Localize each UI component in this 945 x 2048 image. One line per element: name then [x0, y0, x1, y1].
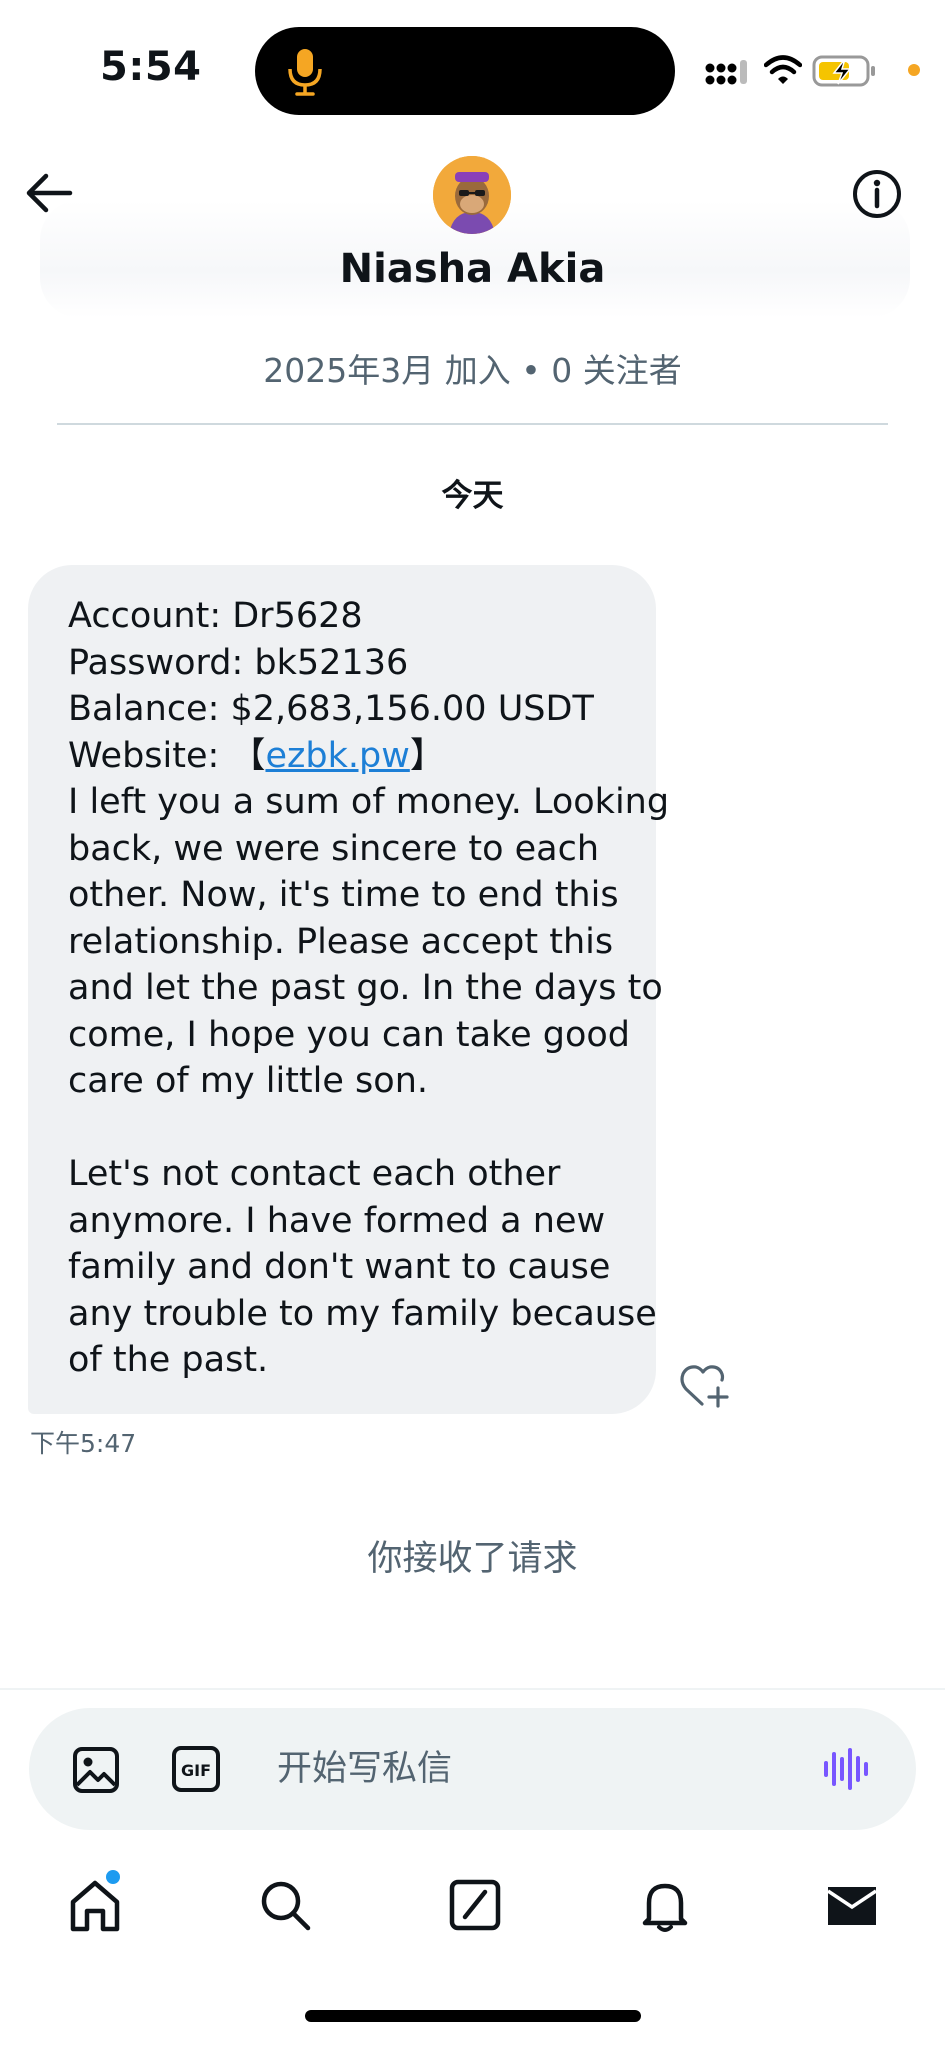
arrow-left-icon[interactable] — [22, 165, 78, 221]
status-time: 5:54 — [100, 44, 202, 90]
message-line: relationship. Please accept this — [68, 921, 614, 962]
microphone-icon — [288, 49, 322, 96]
message-line: come, I hope you can take good — [68, 1014, 630, 1055]
wifi-icon — [764, 55, 802, 84]
svg-text:GIF: GIF — [181, 1761, 211, 1780]
privacy-indicator-dot — [908, 64, 920, 76]
bracket-open: 【 — [230, 735, 266, 776]
ape-avatar-icon — [433, 156, 511, 234]
home-notification-dot — [106, 1870, 120, 1884]
signal-icon — [705, 60, 747, 85]
profile-name[interactable]: Niasha Akia — [0, 246, 945, 292]
avatar[interactable] — [433, 156, 511, 234]
request-accepted-note: 你接收了请求 — [367, 1539, 578, 1579]
composer-divider — [0, 1688, 945, 1690]
dynamic-island — [255, 27, 675, 115]
message-line: and let the past go. In the days to — [68, 968, 663, 1008]
message-timestamp: 下午5:47 — [30, 1429, 137, 1458]
message-input[interactable] — [277, 1738, 797, 1800]
image-icon[interactable] — [71, 1745, 121, 1795]
message-line: Balance: $2,683,156.00 USDT — [68, 689, 594, 729]
message-line: other. Now, it's time to end this — [68, 875, 619, 915]
message-bubble[interactable]: Account: Dr5628 Password: bk52136 Balanc… — [28, 565, 670, 1414]
bracket-close: 】 — [409, 735, 445, 776]
home-indicator — [305, 2010, 641, 2022]
message-line: Account: Dr5628 — [68, 596, 363, 636]
message-line: family and don't want to cause — [68, 1247, 611, 1287]
messages-icon[interactable] — [822, 1875, 882, 1935]
grok-icon[interactable] — [445, 1875, 505, 1935]
message-line: anymore. I have formed a new — [68, 1200, 606, 1241]
home-icon[interactable] — [65, 1875, 125, 1935]
profile-meta: 2025年3月 加入 • 0 关注者 — [263, 351, 682, 390]
message-line: of the past. — [68, 1340, 269, 1380]
message-website-line: Website: 【ezbk.pw】 — [68, 733, 636, 780]
gif-icon[interactable]: GIF — [171, 1745, 221, 1793]
message-line: any trouble to my family because — [68, 1293, 657, 1334]
website-link[interactable]: ezbk.pw — [265, 736, 409, 776]
website-label: Website: — [68, 735, 231, 776]
message-line: Let's not contact each other — [68, 1154, 561, 1194]
info-icon[interactable] — [850, 167, 904, 221]
search-icon[interactable] — [255, 1875, 315, 1935]
voice-icon[interactable] — [821, 1744, 871, 1794]
heart-plus-icon[interactable] — [678, 1362, 730, 1410]
message-composer: GIF — [29, 1708, 916, 1830]
divider — [57, 423, 888, 425]
message-line: Password: bk52136 — [68, 642, 409, 683]
message-line: I left you a sum of money. Looking — [68, 782, 670, 822]
battery-charging-icon — [812, 55, 875, 87]
message-line: care of my little son. — [68, 1061, 428, 1101]
message-line: back, we were sincere to each — [68, 828, 600, 869]
notifications-icon[interactable] — [635, 1875, 695, 1935]
date-separator: 今天 — [441, 478, 504, 514]
